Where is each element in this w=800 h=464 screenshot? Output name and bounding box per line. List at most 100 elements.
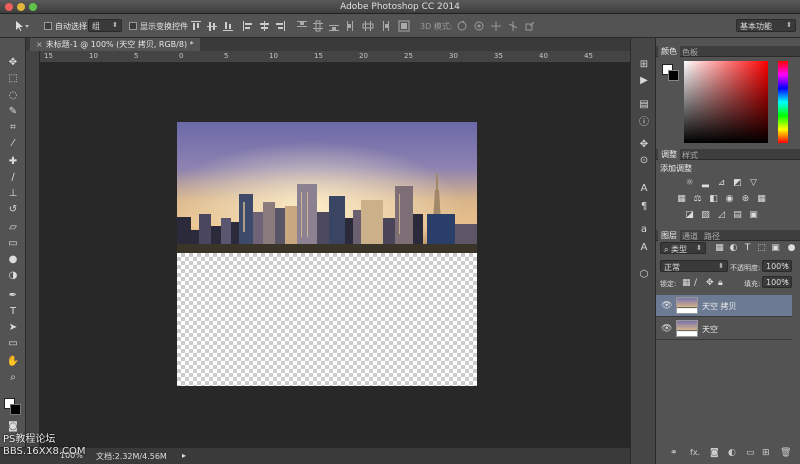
lock-image-icon[interactable]: ∕ — [694, 278, 697, 288]
move-tool-icon[interactable] — [14, 20, 29, 32]
color-lookup-icon[interactable]: ▦ — [756, 194, 767, 205]
layer-style-icon[interactable]: fx. — [690, 448, 700, 457]
eye-icon[interactable]: 👁︎ — [661, 324, 672, 334]
tab-color[interactable]: 颜色 — [658, 46, 680, 57]
eraser-tool-icon[interactable]: ▱ — [5, 221, 21, 235]
distribute-hcenter-icon[interactable] — [362, 20, 374, 32]
invert-icon[interactable]: ◪ — [684, 210, 695, 221]
distribute-top-icon[interactable] — [296, 20, 308, 32]
pen-tool-icon[interactable]: ✒ — [5, 289, 21, 303]
color-balance-icon[interactable]: ⚖ — [692, 194, 703, 205]
background-color-swatch[interactable] — [10, 404, 21, 415]
align-top-edges-icon[interactable] — [190, 20, 202, 32]
blur-tool-icon[interactable]: ● — [5, 253, 21, 267]
distribute-vcenter-icon[interactable] — [312, 20, 324, 32]
layer-mask-icon[interactable]: ◙ — [710, 448, 719, 458]
distribute-bottom-icon[interactable] — [328, 20, 340, 32]
tab-layers[interactable]: 图层 — [658, 230, 680, 241]
character-icon[interactable]: A — [637, 182, 651, 196]
lock-all-icon[interactable]: 🔒︎ — [718, 278, 723, 288]
auto-align-layers-icon[interactable] — [398, 20, 410, 32]
3d-roll-icon[interactable] — [473, 20, 485, 32]
photo-filter-icon[interactable]: ◉ — [724, 194, 735, 205]
styles-icon[interactable]: A — [637, 241, 651, 255]
rectangle-tool-icon[interactable]: ▭ — [5, 337, 21, 351]
fill-field[interactable]: 100% ▾ — [762, 276, 792, 288]
clone-source-icon[interactable]: ⊙ — [637, 154, 651, 168]
vibrance-icon[interactable]: ▽ — [748, 178, 759, 189]
3d-scale-icon[interactable] — [524, 20, 536, 32]
hue-slider[interactable] — [778, 61, 788, 143]
history-icon[interactable]: ⊞ — [637, 58, 651, 72]
eye-icon[interactable]: 👁︎ — [661, 301, 672, 311]
quick-mask-icon[interactable]: ◙ — [5, 420, 21, 434]
gradient-map-icon[interactable]: ▤ — [732, 210, 743, 221]
path-select-tool-icon[interactable]: ➤ — [5, 321, 21, 335]
distribute-left-icon[interactable] — [346, 20, 358, 32]
healing-brush-tool-icon[interactable]: ✚ — [5, 155, 21, 169]
eyedropper-tool-icon[interactable]: ⁄ — [5, 137, 21, 151]
filter-shape-icon[interactable]: ⬚ — [756, 243, 767, 254]
levels-icon[interactable]: ▂ — [700, 178, 711, 189]
3d-pan-icon[interactable] — [490, 20, 502, 32]
auto-select-dropdown[interactable]: 组 ⬍ — [88, 19, 122, 32]
channel-mixer-icon[interactable]: ⊛ — [740, 194, 751, 205]
align-vertical-centers-icon[interactable] — [206, 20, 218, 32]
tab-styles[interactable]: 样式 — [682, 150, 698, 161]
brightness-contrast-icon[interactable]: ☼ — [684, 178, 695, 189]
new-layer-icon[interactable]: ⊞ — [762, 448, 770, 458]
hue-saturation-icon[interactable]: ▦ — [676, 194, 687, 205]
filter-adjustment-icon[interactable]: ◐ — [728, 243, 739, 254]
marquee-tool-icon[interactable]: ⬚ — [5, 72, 21, 86]
type-tool-icon[interactable]: T — [5, 305, 21, 319]
workspace-dropdown[interactable]: 基本功能 ⬍ — [736, 19, 796, 32]
zoom-tool-icon[interactable]: ⌕ — [5, 371, 21, 385]
link-layers-icon[interactable]: ⚭ — [670, 448, 678, 458]
threshold-icon[interactable]: ◿ — [716, 210, 727, 221]
color-field[interactable] — [684, 61, 768, 143]
filter-pixel-icon[interactable]: ▦ — [714, 243, 725, 254]
lock-position-icon[interactable]: ✥ — [706, 278, 714, 288]
filter-type-icon[interactable]: T — [742, 243, 753, 254]
align-right-edges-icon[interactable] — [274, 20, 286, 32]
filter-smart-object-icon[interactable]: ▣ — [770, 243, 781, 254]
align-horizontal-centers-icon[interactable] — [258, 20, 270, 32]
panel-background-swatch[interactable] — [668, 70, 679, 81]
layer-row-sky-copy[interactable]: 👁︎ 天空 拷贝 — [656, 295, 792, 317]
layer-name[interactable]: 天空 — [702, 324, 718, 335]
3d-icon[interactable]: ⬡ — [637, 268, 651, 282]
blend-mode-dropdown[interactable]: 正常 ⬍ — [660, 260, 728, 272]
new-adjustment-layer-icon[interactable]: ◐ — [728, 448, 736, 458]
align-left-edges-icon[interactable] — [242, 20, 254, 32]
lock-transparent-icon[interactable]: ▦ — [682, 278, 691, 288]
posterize-icon[interactable]: ▨ — [700, 210, 711, 221]
show-transform-checkbox[interactable] — [129, 22, 137, 30]
delete-layer-icon[interactable]: 🗑︎ — [780, 448, 791, 458]
layer-kind-filter[interactable]: ⌕ 类型 ⬍ — [660, 242, 706, 254]
3d-rotate-icon[interactable] — [456, 20, 468, 32]
properties-icon[interactable]: ▤ — [637, 98, 651, 112]
brush-presets-icon[interactable]: ✥ — [637, 138, 651, 152]
black-white-icon[interactable]: ◧ — [708, 194, 719, 205]
exposure-icon[interactable]: ◩ — [732, 178, 743, 189]
actions-icon[interactable]: ▶ — [637, 74, 651, 88]
paragraph-icon[interactable]: ¶ — [637, 200, 651, 214]
info-icon[interactable]: ⓘ — [637, 116, 651, 130]
selective-color-icon[interactable]: ▣ — [748, 210, 759, 221]
3d-slide-icon[interactable] — [507, 20, 519, 32]
layer-row-sky[interactable]: 👁︎ 天空 — [656, 318, 792, 340]
dodge-tool-icon[interactable]: ◑ — [5, 269, 21, 283]
filter-toggle-icon[interactable]: ● — [786, 243, 797, 254]
opacity-field[interactable]: 100% ▾ — [762, 260, 792, 272]
brush-tool-icon[interactable]: ∕ — [5, 171, 21, 185]
document-canvas[interactable] — [177, 122, 477, 386]
align-bottom-edges-icon[interactable] — [222, 20, 234, 32]
new-group-icon[interactable]: ▭ — [746, 448, 755, 458]
tab-paths[interactable]: 路径 — [704, 231, 720, 242]
distribute-right-icon[interactable] — [378, 20, 390, 32]
move-tool-icon[interactable]: ✥ — [5, 56, 21, 70]
crop-tool-icon[interactable]: ⌗ — [5, 121, 21, 135]
status-menu-arrow-icon[interactable]: ▸ — [182, 451, 186, 460]
quick-select-tool-icon[interactable]: ✎ — [5, 105, 21, 119]
document-tab[interactable]: × 未标题-1 @ 100% (天空 拷贝, RGB/8) * — [30, 38, 200, 51]
